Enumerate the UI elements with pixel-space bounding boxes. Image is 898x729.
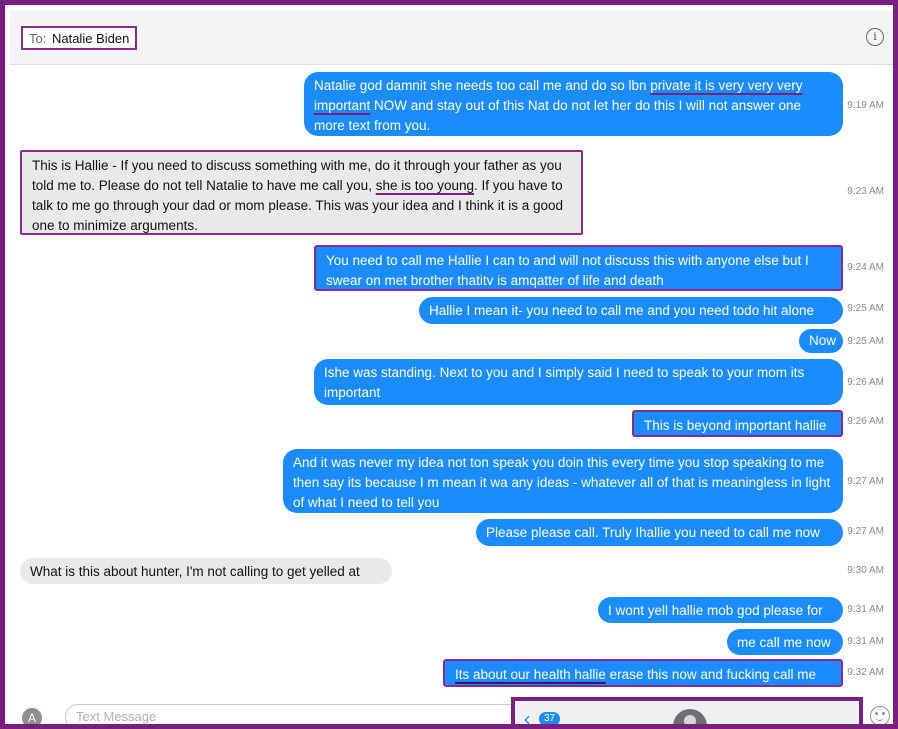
message-timestamp: 9:25 AM [847,303,884,314]
recipient-field[interactable]: To: Natalie Biden [21,26,138,50]
message-bubble-incoming[interactable]: What is this about hunter, I'm not calli… [20,558,392,584]
message-timestamp: 9:27 AM [847,476,884,487]
message-timestamp: 9:26 AM [847,416,884,427]
inset-screenshot: ‹ 37 [511,697,863,724]
message-bubble-outgoing[interactable]: Ishe was standing. Next to you and I sim… [314,359,843,405]
message-bubble-outgoing[interactable]: This is beyond important hallie [632,410,843,437]
message-bubble-outgoing[interactable]: Its about our health hallie erase this n… [443,659,843,687]
message-timestamp: 9:25 AM [847,336,884,347]
to-label: To: [29,30,47,46]
recipient-name: Natalie Biden [51,30,130,46]
unread-badge: 37 [539,712,561,724]
conversation-header: To: Natalie Biden i [10,10,893,65]
app-store-icon[interactable]: A [22,708,42,724]
message-timestamp: 9:23 AM [847,186,884,197]
emoji-icon[interactable] [870,706,890,724]
message-bubble-outgoing[interactable]: You need to call me Hallie I can to and … [314,245,843,291]
message-bubble-outgoing[interactable]: me call me now [727,629,843,655]
contact-avatar-icon[interactable] [673,709,707,724]
message-timestamp: 9:27 AM [847,526,884,537]
message-timestamp: 9:26 AM [847,377,884,388]
message-bubble-outgoing[interactable]: Hallie I mean it- you need to call me an… [419,297,843,324]
message-input[interactable]: Text Message [65,704,525,724]
message-bubble-outgoing[interactable]: Now [799,329,843,353]
chevron-left-icon[interactable]: ‹ [523,709,531,724]
message-timestamp: 9:31 AM [847,604,884,615]
message-timestamp: 9:32 AM [847,667,884,678]
message-bubble-outgoing[interactable]: Natalie god damnit she needs too call me… [304,72,843,136]
message-timestamp: 9:30 AM [847,565,884,576]
info-icon[interactable]: i [866,28,884,46]
message-timestamp: 9:19 AM [847,100,884,111]
message-timestamp: 9:31 AM [847,636,884,647]
message-bubble-outgoing[interactable]: Please please call. Truly Ihallie you ne… [476,519,843,546]
message-timestamp: 9:24 AM [847,262,884,273]
screenshot-frame: To: Natalie Biden i Natalie god damnit s… [0,0,898,729]
message-bubble-outgoing[interactable]: I wont yell hallie mob god please for [598,597,843,623]
message-bubble-incoming[interactable]: This is Hallie - If you need to discuss … [20,150,583,235]
message-bubble-outgoing[interactable]: And it was never my idea not ton speak y… [283,449,843,513]
